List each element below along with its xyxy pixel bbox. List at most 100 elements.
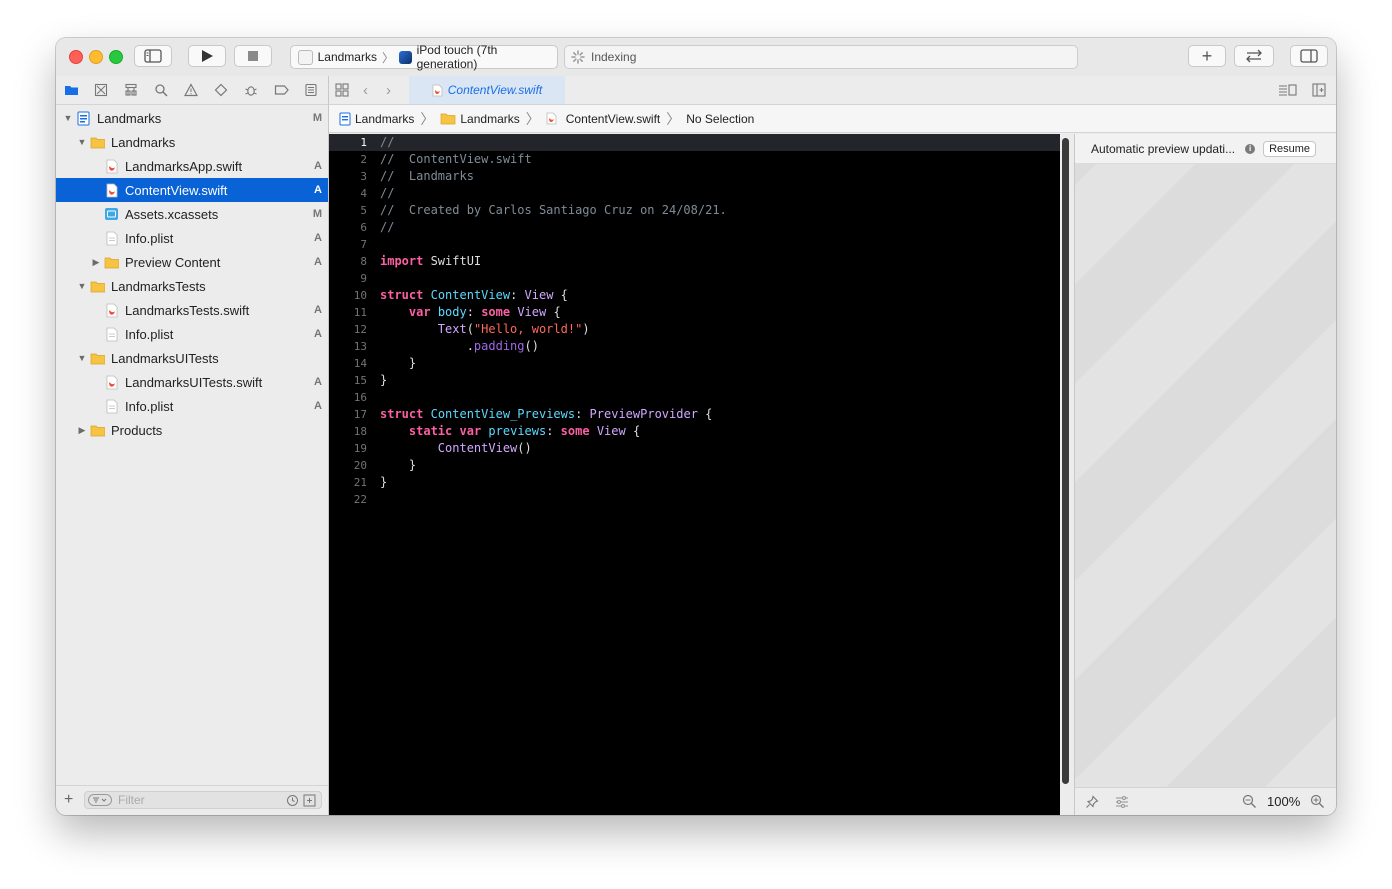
- code-token: (): [517, 441, 532, 455]
- info-icon[interactable]: i: [1245, 143, 1256, 154]
- code-line[interactable]: 17 struct ContentView_Previews: PreviewPr…: [329, 406, 1060, 423]
- code-line[interactable]: 8 import SwiftUI: [329, 253, 1060, 270]
- code-line[interactable]: 15}: [329, 372, 1060, 389]
- code-line[interactable]: 10 struct ContentView: View {: [329, 287, 1060, 304]
- code-line[interactable]: 1 //: [329, 134, 1060, 151]
- navigator-item[interactable]: Info.plist A: [56, 226, 328, 250]
- code-line[interactable]: 2 // ContentView.swift: [329, 151, 1060, 168]
- issue-navigator-tab[interactable]: [176, 76, 206, 104]
- breadcrumb-project[interactable]: Landmarks: [355, 112, 414, 126]
- code-line[interactable]: 13 .padding(): [329, 338, 1060, 355]
- preview-canvas[interactable]: [1075, 134, 1336, 815]
- navigator-item[interactable]: LandmarksUITests.swift A: [56, 370, 328, 394]
- code-token: View: [596, 424, 626, 438]
- warning-icon: [184, 83, 198, 97]
- preview-settings-button[interactable]: [1115, 795, 1129, 812]
- source-control-filter-icon[interactable]: [303, 794, 316, 810]
- code-review-button[interactable]: [1234, 45, 1274, 67]
- scheme-selector[interactable]: Landmarks 〉 iPod touch (7th generation): [290, 43, 558, 71]
- source-editor[interactable]: 1 // 2 // ContentView.swift 3 // Landmarks 4 //…: [329, 134, 1060, 815]
- navigator-item[interactable]: Assets.xcassets M: [56, 202, 328, 226]
- navigator-item[interactable]: ▼ Landmarks: [56, 130, 328, 154]
- code-line[interactable]: 11 var body: some View {: [329, 304, 1060, 321]
- tab-contentview[interactable]: ContentView.swift: [409, 76, 565, 104]
- zoom-in-button[interactable]: [1310, 794, 1325, 812]
- navigator-item[interactable]: LandmarksTests.swift A: [56, 298, 328, 322]
- navigator-item[interactable]: ▼ LandmarksUITests: [56, 346, 328, 370]
- navigator-toggle-button[interactable]: [134, 45, 172, 67]
- run-button[interactable]: [188, 45, 226, 67]
- code-line[interactable]: 3 // Landmarks: [329, 168, 1060, 185]
- navigator-item[interactable]: Info.plist A: [56, 394, 328, 418]
- back-button[interactable]: ‹: [363, 82, 368, 99]
- disclosure-closed-icon[interactable]: ▶: [90, 257, 102, 268]
- resume-button[interactable]: Resume: [1263, 140, 1317, 157]
- editor-scrollbar[interactable]: [1062, 138, 1069, 784]
- disclosure-closed-icon[interactable]: ▶: [76, 425, 88, 436]
- code-line[interactable]: 12 Text("Hello, world!"): [329, 321, 1060, 338]
- add-file-button[interactable]: +: [64, 791, 73, 809]
- library-button[interactable]: +: [1188, 45, 1226, 67]
- source-control-navigator-tab[interactable]: [86, 76, 116, 104]
- code-token: //: [380, 186, 395, 200]
- code-line[interactable]: 22: [329, 491, 1060, 508]
- navigator-item[interactable]: ▶ Preview Content A: [56, 250, 328, 274]
- zoom-button[interactable]: [109, 50, 123, 64]
- code-token: ContentView_Previews: [430, 407, 576, 421]
- preview-status-text: Automatic preview updati...: [1091, 141, 1236, 156]
- add-editor-button[interactable]: [1312, 83, 1326, 100]
- code-text: ContentView(): [380, 440, 532, 457]
- report-navigator-tab[interactable]: [296, 76, 326, 104]
- navigator-item[interactable]: ▼ Landmarks M: [56, 106, 328, 130]
- disclosure-open-icon[interactable]: ▼: [76, 281, 88, 291]
- navigator-item[interactable]: ▼ LandmarksTests: [56, 274, 328, 298]
- pin-preview-button[interactable]: [1085, 795, 1099, 812]
- code-line[interactable]: 9: [329, 270, 1060, 287]
- code-line[interactable]: 6 //: [329, 219, 1060, 236]
- find-navigator-tab[interactable]: [146, 76, 176, 104]
- navigator-item[interactable]: ContentView.swift A: [56, 178, 328, 202]
- code-text: Text("Hello, world!"): [380, 321, 590, 338]
- editor-options-button[interactable]: [1278, 83, 1298, 100]
- navigator-item[interactable]: LandmarksApp.swift A: [56, 154, 328, 178]
- related-items-button[interactable]: [335, 83, 349, 100]
- code-line[interactable]: 16: [329, 389, 1060, 406]
- plist-file-icon: [104, 231, 119, 246]
- code-line[interactable]: 5 // Created by Carlos Santiago Cruz on 2…: [329, 202, 1060, 219]
- disclosure-open-icon[interactable]: ▼: [62, 113, 74, 123]
- stop-button[interactable]: [234, 45, 272, 67]
- navigator-item[interactable]: ▶ Products: [56, 418, 328, 442]
- navigator-footer: + Filter: [56, 785, 328, 815]
- minimize-button[interactable]: [89, 50, 103, 64]
- chevron-right-icon: 〉: [420, 110, 435, 127]
- code-line[interactable]: 7: [329, 236, 1060, 253]
- breakpoint-navigator-tab[interactable]: [266, 76, 296, 104]
- breadcrumb-selection[interactable]: No Selection: [686, 112, 754, 126]
- navigator-filter-field[interactable]: Filter: [84, 791, 322, 809]
- forward-button[interactable]: ›: [386, 82, 391, 99]
- test-navigator-tab[interactable]: [206, 76, 236, 104]
- code-line[interactable]: 18 static var previews: some View {: [329, 423, 1060, 440]
- code-line[interactable]: 21}: [329, 474, 1060, 491]
- breadcrumb-group[interactable]: Landmarks: [460, 112, 519, 126]
- navigator-item[interactable]: Info.plist A: [56, 322, 328, 346]
- debug-navigator-tab[interactable]: [236, 76, 266, 104]
- symbol-navigator-tab[interactable]: [116, 76, 146, 104]
- navigator-item-label: Landmarks: [97, 110, 162, 126]
- disclosure-open-icon[interactable]: ▼: [76, 353, 88, 363]
- disclosure-open-icon[interactable]: ▼: [76, 137, 88, 147]
- breadcrumb-file[interactable]: ContentView.swift: [566, 112, 661, 126]
- code-line[interactable]: 4 //: [329, 185, 1060, 202]
- folder-icon: [104, 255, 119, 270]
- code-line[interactable]: 14 }: [329, 355, 1060, 372]
- filter-options-icon[interactable]: [88, 794, 112, 806]
- code-text: var body: some View {: [380, 304, 561, 321]
- close-button[interactable]: [69, 50, 83, 64]
- code-line[interactable]: 20 }: [329, 457, 1060, 474]
- code-line[interactable]: 19 ContentView(): [329, 440, 1060, 457]
- inspector-toggle-button[interactable]: [1290, 45, 1328, 67]
- zoom-out-button[interactable]: [1242, 794, 1257, 812]
- recent-files-icon[interactable]: [286, 794, 299, 810]
- project-navigator-tab[interactable]: [56, 76, 86, 104]
